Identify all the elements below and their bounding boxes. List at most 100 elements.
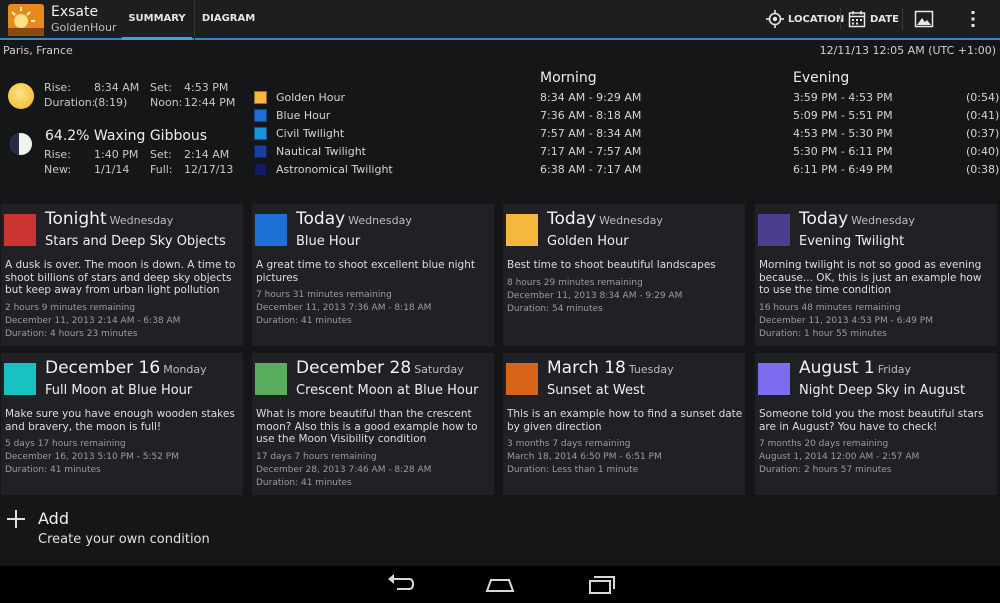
- date-label: DATE: [870, 13, 899, 25]
- condition-date: March 18 Tuesday: [547, 358, 674, 378]
- sun-rise-label: Rise:: [44, 81, 71, 94]
- condition-remaining: 2 hours 9 minutes remaining: [5, 303, 136, 313]
- legend-label: Astronomical Twilight: [276, 162, 393, 176]
- condition-date: December 28 Saturday: [296, 358, 464, 378]
- morning-time: 8:34 AM - 9:29 AM: [540, 91, 642, 104]
- condition-remaining: 3 months 7 days remaining: [507, 439, 631, 449]
- condition-date: Today Wednesday: [296, 209, 412, 229]
- condition-date: Tonight Wednesday: [45, 209, 173, 229]
- action-separator: [902, 8, 903, 30]
- recent-apps-icon[interactable]: [585, 572, 619, 596]
- image-button[interactable]: [914, 0, 936, 38]
- legend-label: Nautical Twilight: [276, 144, 366, 158]
- moon-icon: [10, 133, 32, 155]
- condition-date: December 16 Monday: [45, 358, 207, 378]
- date-button[interactable]: DATE: [848, 0, 899, 38]
- condition-card[interactable]: Tonight Wednesday Stars and Deep Sky Obje…: [1, 204, 243, 346]
- image-icon: [914, 10, 934, 28]
- legend-item: Nautical Twilight: [254, 144, 366, 158]
- sun-set-label: Set:: [150, 81, 172, 94]
- moon-rise-label: Rise:: [44, 148, 71, 161]
- add-title: Add: [38, 509, 69, 528]
- location-button[interactable]: LOCATION: [766, 0, 844, 38]
- condition-duration: Duration: 41 minutes: [256, 478, 352, 488]
- condition-color-swatch: [758, 363, 790, 395]
- morning-time: 7:57 AM - 8:34 AM: [540, 127, 642, 140]
- condition-duration: Duration: 1 hour 55 minutes: [759, 329, 887, 339]
- sun-noon-value: 12:44 PM: [184, 96, 236, 109]
- moon-set-label: Set:: [150, 148, 172, 161]
- condition-day: Friday: [877, 363, 912, 376]
- condition-day: Saturday: [414, 363, 464, 376]
- condition-range: December 16, 2013 5:10 PM - 5:52 PM: [5, 452, 179, 462]
- condition-day: Wednesday: [851, 214, 915, 227]
- evening-time: 5:30 PM - 6:11 PM: [793, 145, 893, 158]
- condition-duration: Duration: 41 minutes: [5, 465, 101, 475]
- legend-swatch: [254, 162, 267, 176]
- condition-card[interactable]: March 18 Tuesday Sunset at West This is a…: [503, 353, 745, 495]
- condition-date: Today Wednesday: [799, 209, 915, 229]
- home-icon[interactable]: [483, 572, 517, 596]
- condition-color-swatch: [255, 214, 287, 246]
- duration-value: (0:54): [966, 91, 1000, 104]
- duration-value: (0:38): [966, 163, 1000, 176]
- condition-remaining: 7 months 20 days remaining: [759, 439, 889, 449]
- add-condition-button[interactable]: Add Create your own condition: [0, 500, 1000, 560]
- legend-item: Golden Hour: [254, 90, 345, 104]
- condition-description: What is more beautiful than the crescent…: [256, 408, 478, 445]
- condition-remaining: 17 days 7 hours remaining: [256, 452, 377, 462]
- condition-description: A dusk is over. The moon is down. A time…: [5, 259, 236, 296]
- legend-swatch: [254, 126, 267, 140]
- evening-time: 6:11 PM - 6:49 PM: [793, 163, 893, 176]
- tab-selected-indicator: [122, 37, 192, 40]
- overflow-menu-icon: [971, 11, 975, 27]
- condition-range: March 18, 2014 6:50 PM - 6:51 PM: [507, 452, 662, 462]
- location-label: LOCATION: [788, 13, 845, 25]
- duration-value: (0:40): [966, 145, 1000, 158]
- duration-value: (0:41): [966, 109, 1000, 122]
- condition-title: Stars and Deep Sky Objects: [45, 234, 226, 249]
- add-subtitle: Create your own condition: [38, 532, 210, 547]
- legend-label: Golden Hour: [276, 90, 346, 104]
- condition-color-swatch: [4, 363, 36, 395]
- condition-date-text: December 16: [45, 358, 161, 378]
- sun-set-value: 4:53 PM: [184, 81, 229, 94]
- condition-range: December 11, 2013 8:34 AM - 9:29 AM: [507, 291, 683, 301]
- location-icon: [766, 10, 784, 28]
- condition-color-swatch: [4, 214, 36, 246]
- condition-card[interactable]: December 16 Monday Full Moon at Blue Hour…: [1, 353, 243, 495]
- app-logo-icon[interactable]: [8, 4, 44, 36]
- legend-swatch: [254, 108, 267, 122]
- tab-summary[interactable]: SUMMARY: [122, 0, 192, 40]
- condition-card[interactable]: Today Wednesday Evening Twilight Morning …: [755, 204, 997, 346]
- condition-description: A great time to shoot excellent blue nig…: [256, 259, 475, 284]
- condition-title: Golden Hour: [547, 234, 629, 249]
- condition-description: Make sure you have enough wooden stakes …: [5, 408, 235, 433]
- condition-color-swatch: [758, 214, 790, 246]
- tab-diagram-label: DIAGRAM: [201, 13, 256, 24]
- condition-remaining: 5 days 17 hours remaining: [5, 439, 126, 449]
- condition-date-text: Tonight: [45, 209, 107, 229]
- condition-range: December 28, 2013 7:46 AM - 8:28 AM: [256, 465, 432, 475]
- condition-card[interactable]: December 28 Saturday Crescent Moon at Blu…: [252, 353, 494, 495]
- condition-card[interactable]: Today Wednesday Golden Hour Best time to …: [503, 204, 745, 346]
- condition-description: Best time to shoot beautiful landscapes: [507, 259, 716, 271]
- tab-diagram[interactable]: DIAGRAM: [194, 0, 262, 40]
- condition-date-text: Today: [296, 209, 346, 229]
- condition-date-text: March 18: [547, 358, 626, 378]
- back-icon[interactable]: [383, 572, 417, 596]
- condition-card[interactable]: Today Wednesday Blue Hour A great time to…: [252, 204, 494, 346]
- condition-date-text: August 1: [799, 358, 875, 378]
- evening-time: 4:53 PM - 5:30 PM: [793, 127, 893, 140]
- condition-card[interactable]: August 1 Friday Night Deep Sky in August …: [755, 353, 997, 495]
- overflow-menu-button[interactable]: [970, 0, 980, 38]
- sun-noon-label: Noon:: [150, 96, 183, 109]
- condition-date-text: Today: [547, 209, 597, 229]
- tab-summary-label: SUMMARY: [128, 13, 186, 24]
- evening-header: Evening: [793, 70, 850, 86]
- sun-duration-value: (8:19): [94, 96, 128, 109]
- condition-day: Wednesday: [348, 214, 412, 227]
- condition-title: Crescent Moon at Blue Hour: [296, 383, 479, 398]
- legend-label: Blue Hour: [276, 108, 331, 122]
- moon-new-label: New:: [44, 163, 72, 176]
